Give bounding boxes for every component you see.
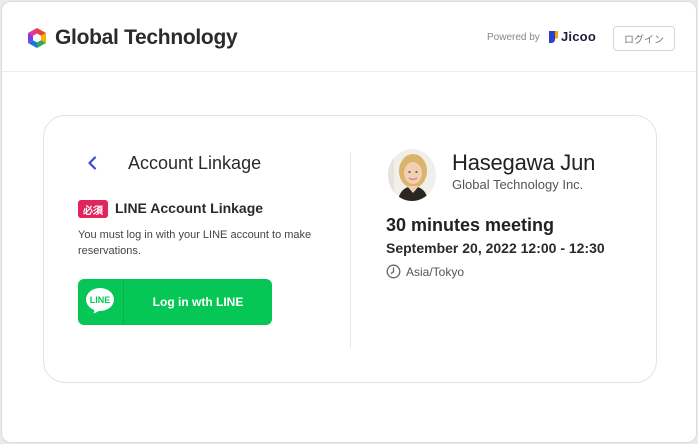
host-company: Global Technology Inc. <box>452 177 584 192</box>
required-badge: 必須 <box>78 200 108 218</box>
jicoo-wordmark: Jicoo <box>561 29 596 44</box>
clock-icon <box>386 264 401 279</box>
jicoo-icon <box>549 30 558 43</box>
brand[interactable]: Global Technology <box>26 26 238 50</box>
line-logo-text: LINE <box>90 295 111 305</box>
login-button[interactable]: ログイン <box>613 26 675 51</box>
host-avatar <box>388 149 436 201</box>
meeting-title: 30 minutes meeting <box>386 215 555 235</box>
booking-card: Account Linkage 必須 LINE Account Linkage … <box>43 115 657 383</box>
description-text: You must log in with your LINE account t… <box>78 229 312 257</box>
brand-name: Global Technology <box>55 26 238 49</box>
line-login-label: Log in wth LINE <box>152 295 244 309</box>
section-title: LINE Account Linkage <box>115 200 264 216</box>
back-button[interactable] <box>83 152 101 174</box>
jicoo-logo[interactable]: Jicoo <box>548 29 596 44</box>
brand-logo-icon <box>28 28 46 48</box>
powered-by-text: Powered by <box>487 32 540 43</box>
page-title: Account Linkage <box>128 153 262 173</box>
chevron-left-icon <box>88 156 97 170</box>
line-logo-icon: LINE <box>86 288 114 314</box>
header: Global Technology Powered by Jicoo ログイン <box>2 2 696 72</box>
meeting-date: September 20, 2022 12:00 - 12:30 <box>386 240 605 256</box>
host-name: Hasegawa Jun <box>452 150 596 175</box>
timezone: Asia/Tokyo <box>386 264 464 279</box>
timezone-label: Asia/Tokyo <box>406 264 465 279</box>
booking-window: Global Technology Powered by Jicoo ログイン … <box>1 1 697 443</box>
line-logo-container: LINE <box>78 279 124 325</box>
vertical-divider <box>350 152 351 348</box>
line-login-button[interactable]: LINE Log in wth LINE <box>78 279 272 325</box>
